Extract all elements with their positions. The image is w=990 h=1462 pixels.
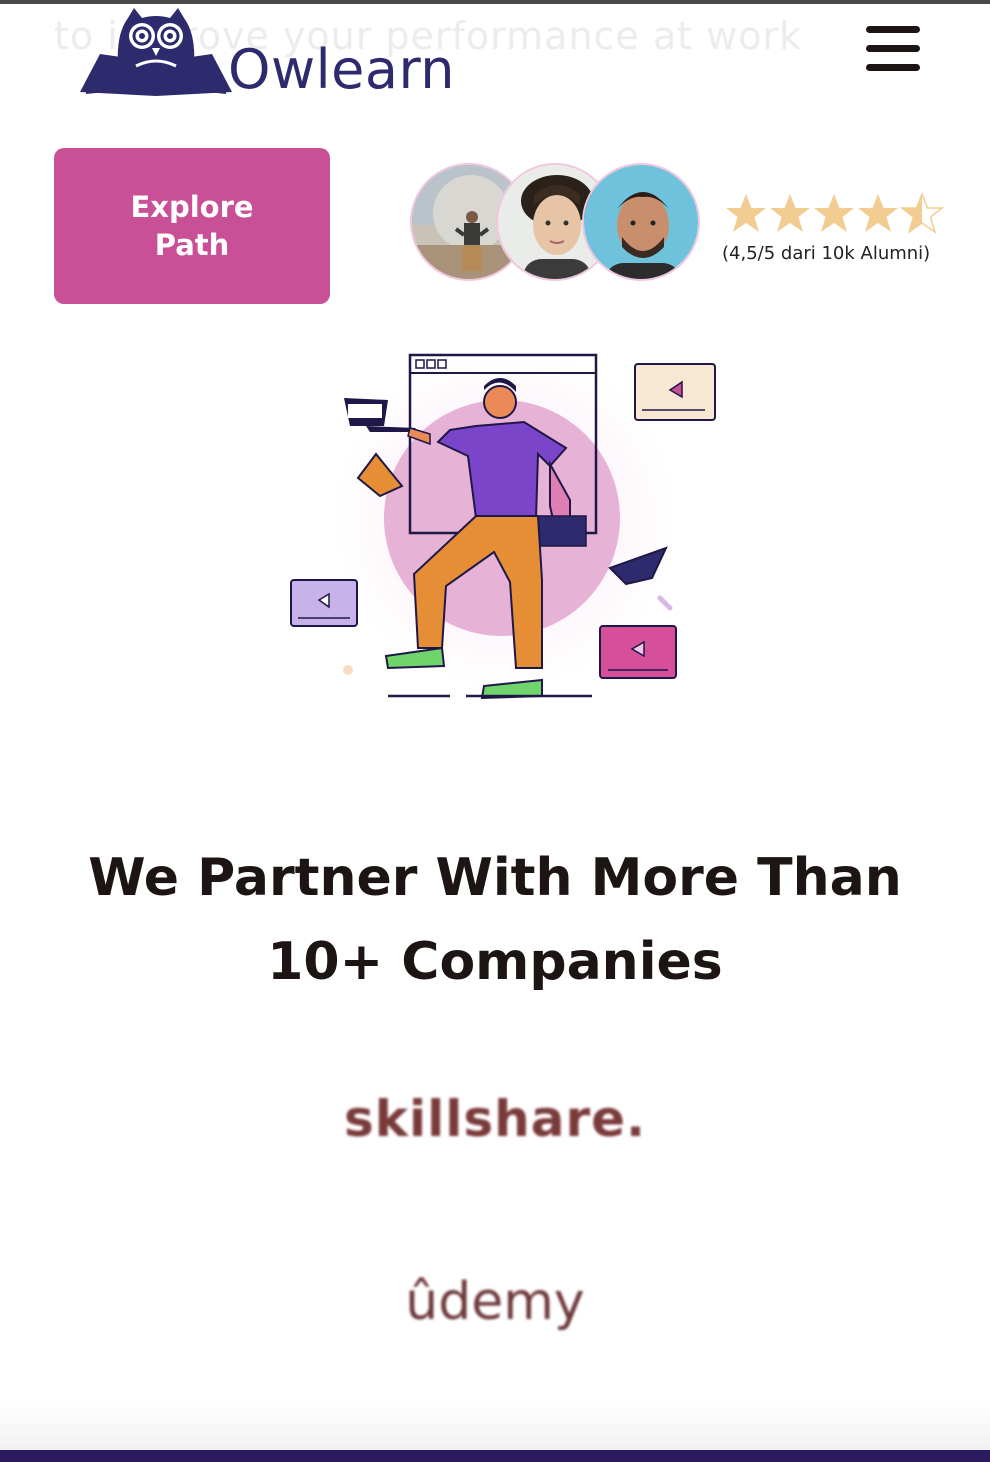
skillshare-logo[interactable]: skillshare. xyxy=(0,1090,990,1148)
star-icon xyxy=(770,194,810,232)
owlearn-logo[interactable]: Owlearn xyxy=(78,4,478,100)
alumni-avatar-3 xyxy=(582,163,700,281)
star-icon xyxy=(858,194,898,232)
rating-stars xyxy=(726,193,943,233)
star-icon xyxy=(726,194,766,232)
section-divider xyxy=(0,1400,990,1452)
menu-line xyxy=(866,26,920,33)
owl-book-icon xyxy=(80,8,232,96)
brand-name: Owlearn xyxy=(228,38,455,101)
footer-bar xyxy=(0,1450,990,1462)
alumni-avatars xyxy=(410,163,710,285)
menu-line xyxy=(866,64,920,71)
half-star-icon xyxy=(901,193,943,233)
hamburger-menu-icon[interactable] xyxy=(866,26,922,76)
explore-path-button[interactable]: Explore Path xyxy=(54,148,330,304)
person-with-laptop-illustration xyxy=(290,348,716,700)
menu-line xyxy=(866,45,920,52)
udemy-logo[interactable]: ûdemy xyxy=(0,1272,990,1332)
star-icon xyxy=(814,194,854,232)
rating-caption: (4,5/5 dari 10k Alumni) xyxy=(722,243,931,264)
partners-heading: We Partner With More Than 10+ Companies xyxy=(88,848,902,992)
